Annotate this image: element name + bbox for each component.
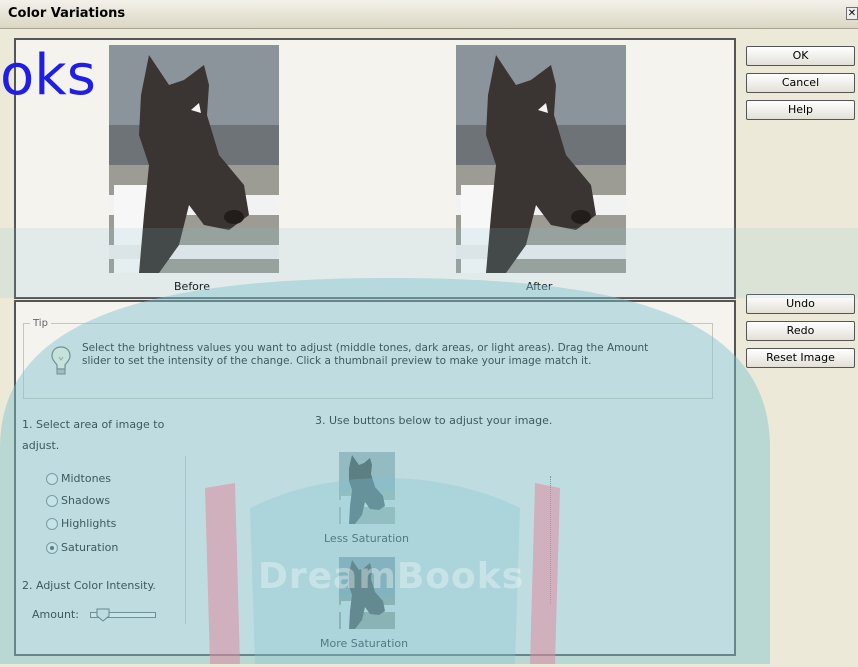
close-icon[interactable]: ✕ bbox=[846, 7, 858, 20]
amount-label: Amount: bbox=[32, 608, 79, 621]
after-preview-image bbox=[456, 45, 626, 273]
radio-button[interactable] bbox=[46, 473, 58, 485]
tip-text: Select the brightness values you want to… bbox=[82, 342, 649, 367]
step2-label: 2. Adjust Color Intensity. bbox=[22, 579, 156, 592]
step3-label: 3. Use buttons below to adjust your imag… bbox=[315, 414, 553, 427]
window-title: Color Variations bbox=[8, 6, 126, 21]
radio-label: Saturation bbox=[61, 541, 119, 554]
radio-saturation[interactable]: Saturation bbox=[46, 541, 118, 554]
radio-button-selected[interactable] bbox=[46, 542, 58, 554]
ok-button[interactable]: OK bbox=[746, 46, 855, 66]
title-bar: Color Variations ✕ bbox=[0, 0, 858, 29]
tip-legend: Tip bbox=[30, 318, 51, 329]
radio-highlights[interactable]: Highlights bbox=[46, 517, 116, 530]
radio-shadows[interactable]: Shadows bbox=[46, 494, 110, 507]
cancel-button[interactable]: Cancel bbox=[746, 73, 855, 93]
before-preview-image bbox=[109, 45, 279, 273]
dotted-guide bbox=[550, 476, 551, 604]
radio-label: Shadows bbox=[61, 494, 111, 507]
more-saturation-label: More Saturation bbox=[320, 637, 409, 650]
radio-label: Midtones bbox=[61, 472, 112, 485]
watermark-center-text: DreamBooks bbox=[258, 556, 525, 597]
before-label: Before bbox=[174, 280, 210, 293]
reset-image-button[interactable]: Reset Image bbox=[746, 348, 855, 368]
radio-midtones[interactable]: Midtones bbox=[46, 472, 111, 485]
redo-button[interactable]: Redo bbox=[746, 321, 855, 341]
radio-button[interactable] bbox=[46, 495, 58, 507]
radio-button[interactable] bbox=[46, 518, 58, 530]
column-divider bbox=[185, 456, 186, 624]
watermark-top-text: oks bbox=[0, 43, 96, 108]
undo-button[interactable]: Undo bbox=[746, 294, 855, 314]
lightbulb-icon bbox=[50, 345, 72, 380]
less-saturation-label: Less Saturation bbox=[324, 532, 410, 545]
step1-label: 1. Select area of image to adjust. bbox=[22, 418, 165, 452]
radio-label: Highlights bbox=[61, 517, 117, 530]
after-label: After bbox=[526, 280, 553, 293]
amount-slider-thumb[interactable] bbox=[96, 608, 110, 625]
help-button[interactable]: Help bbox=[746, 100, 855, 120]
less-saturation-thumbnail[interactable] bbox=[339, 452, 395, 524]
radio-dot bbox=[50, 546, 54, 550]
